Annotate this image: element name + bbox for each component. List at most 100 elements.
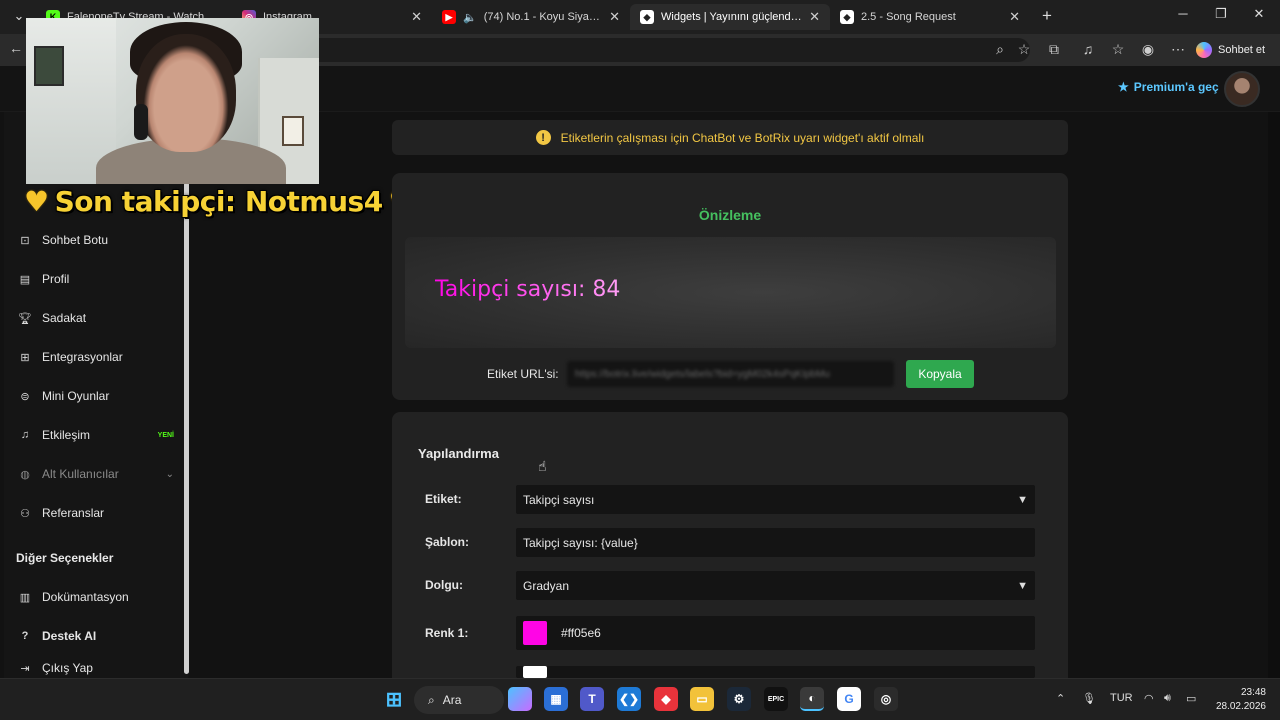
tab-title: 2.5 - Song Request xyxy=(861,11,956,23)
app-icon[interactable]: ◆ xyxy=(654,687,678,711)
microphone-icon[interactable]: 🎙︎ xyxy=(1082,692,1096,705)
restore-icon[interactable]: ❐ xyxy=(1206,6,1236,22)
follower-text: Son takipçi: Notmus4 xyxy=(54,185,384,218)
tab-song-request[interactable]: ◆ 2.5 - Song Request ✕ xyxy=(830,4,1030,30)
chrome-icon[interactable]: G xyxy=(837,687,861,711)
logout-icon: ⇥ xyxy=(20,662,30,675)
clock-time: 23:48 xyxy=(1240,687,1266,698)
epic-games-icon[interactable]: EPIC xyxy=(764,687,788,711)
warning-alert: ! Etiketlerin çalışması için ChatBot ve … xyxy=(392,120,1068,155)
chevron-down-icon: ▼ xyxy=(1017,579,1028,592)
windows-start-icon[interactable]: ⊞ xyxy=(382,687,406,711)
premium-button[interactable]: ★ Premium'a geç xyxy=(1118,80,1219,94)
taskbar-search[interactable]: ⌕ Ara xyxy=(414,686,504,714)
copilot-app-icon[interactable] xyxy=(508,687,532,711)
search-icon: ⌕ xyxy=(428,692,435,707)
mouse-cursor-icon: ☝︎ xyxy=(538,458,547,474)
chevron-down-icon: ⌄ xyxy=(165,468,174,480)
sidebar-item-sub-users[interactable]: ◍ Alt Kullanıcılar ⌄ xyxy=(8,460,180,488)
sidebar-item-mini-games[interactable]: ⊜ Mini Oyunlar xyxy=(8,382,180,410)
color2-input[interactable] xyxy=(516,666,1035,678)
clock[interactable]: 23:48 28.02.2026 xyxy=(1212,686,1266,714)
sidebar-scrollbar[interactable] xyxy=(184,182,189,674)
gamepad-icon: ⊜ xyxy=(20,390,30,403)
store-icon[interactable]: ▦ xyxy=(544,687,568,711)
sidebar-item-loyalty[interactable]: 🏆︎ Sadakat xyxy=(8,304,180,332)
sidebar-item-label: Entegrasyonlar xyxy=(42,350,123,364)
close-icon[interactable]: ✕ xyxy=(1009,9,1020,25)
language-indicator[interactable]: TUR xyxy=(1110,692,1133,704)
obs-icon[interactable]: ◎ xyxy=(874,687,898,711)
extensions-icon[interactable]: ⧉ xyxy=(1044,41,1064,58)
sidebar-item-label: Etkileşim xyxy=(42,428,91,442)
sidebar-item-label: Profil xyxy=(42,272,70,286)
config-title: Yapılandırma xyxy=(418,446,499,461)
fill-select-label: Dolgu: xyxy=(425,578,463,592)
color1-value: #ff05e6 xyxy=(561,626,601,640)
template-input-value: Takipçi sayısı: {value} xyxy=(523,535,638,550)
close-icon[interactable]: ✕ xyxy=(411,9,422,25)
referral-icon: ⚇ xyxy=(20,507,30,520)
steam-icon[interactable]: ⚙ xyxy=(727,687,751,711)
sidebar-item-integrations[interactable]: ⊞ Entegrasyonlar xyxy=(8,343,180,371)
music-icon: ♫ xyxy=(20,429,30,441)
color1-input[interactable]: #ff05e6 xyxy=(516,616,1035,650)
template-input[interactable]: Takipçi sayısı: {value} xyxy=(516,528,1035,557)
page-scrollbar-track[interactable] xyxy=(1268,112,1280,678)
vscode-icon[interactable]: ❮❯ xyxy=(617,687,641,711)
tab-youtube[interactable]: ▶ 🔈 (74) No.1 - Koyu Siyah Feat. D ✕ xyxy=(432,4,630,30)
avatar[interactable] xyxy=(1224,71,1260,107)
label-url-field[interactable]: https://botrix.live/widgets/labels?bid=y… xyxy=(567,361,894,387)
close-icon[interactable]: ✕ xyxy=(809,9,820,25)
address-bar[interactable] xyxy=(300,38,1030,62)
preview-title: Önizleme xyxy=(698,207,762,223)
sidebar-item-referrals[interactable]: ⚇ Referanslar xyxy=(8,499,180,527)
docs-icon: ▥ xyxy=(19,591,31,604)
battery-icon[interactable]: ▭ xyxy=(1186,692,1196,705)
color-swatch[interactable] xyxy=(523,621,547,645)
tab-widgets[interactable]: ◆ Widgets | Yayınını güçlendirmek için ✕ xyxy=(630,4,830,30)
profile-icon[interactable]: ◉ xyxy=(1138,41,1158,58)
close-icon[interactable]: ✕ xyxy=(609,9,620,25)
color1-label: Renk 1: xyxy=(425,626,469,640)
favorite-star-icon[interactable]: ☆ xyxy=(1014,41,1034,58)
color-swatch[interactable] xyxy=(523,666,547,678)
sidebar-item-support-ai[interactable]: ? Destek AI xyxy=(8,622,180,650)
folder-icon[interactable]: ▭ xyxy=(690,687,714,711)
volume-icon[interactable]: 🔊︎ xyxy=(1164,692,1171,705)
taskbar-search-label: Ara xyxy=(442,693,462,707)
back-arrow-icon[interactable]: ← xyxy=(6,40,26,56)
fill-select[interactable]: Gradyan ▼ xyxy=(516,571,1035,600)
sidebar-item-label: Destek AI xyxy=(42,629,97,643)
sidebar-item-chatbot[interactable]: ⊡ Sohbet Botu xyxy=(8,226,180,254)
alert-text: Etiketlerin çalışması için ChatBot ve Bo… xyxy=(560,130,925,145)
zoom-icon[interactable]: ⌕ xyxy=(990,41,1010,58)
close-window-icon[interactable]: ✕ xyxy=(1244,6,1274,22)
teams-icon[interactable]: T xyxy=(580,687,604,711)
copilot-icon xyxy=(1196,42,1212,58)
youtube-icon: ▶ xyxy=(442,10,456,24)
show-hidden-icon[interactable]: ⌃ xyxy=(1056,692,1065,705)
favorites-icon[interactable]: ☆ xyxy=(1108,41,1128,58)
sidebar-item-logout[interactable]: ⇥ Çıkış Yap xyxy=(8,661,180,678)
sidebar-item-docs[interactable]: ▥ Dokümantasyon xyxy=(8,583,180,611)
sidebar-item-label: Dokümantasyon xyxy=(42,590,129,604)
id-card-icon: ▤ xyxy=(19,273,31,286)
star-icon: ★ xyxy=(1118,80,1129,94)
media-icon[interactable]: ♫ xyxy=(1078,41,1098,57)
sidebar-item-profile[interactable]: ▤ Profil xyxy=(8,265,180,293)
sidebar-item-interaction[interactable]: ♫ Etkileşim YENİ xyxy=(8,421,180,449)
new-tab-icon[interactable]: + xyxy=(1032,6,1062,26)
wifi-icon[interactable]: ◠ xyxy=(1144,692,1154,705)
label-select-value: Takipçi sayısı xyxy=(523,492,595,507)
copilot-button[interactable]: Sohbet et xyxy=(1196,38,1265,62)
speaker-icon[interactable]: 🔈 xyxy=(463,11,477,24)
copy-button[interactable]: Kopyala xyxy=(906,360,974,388)
minimize-icon[interactable]: ─ xyxy=(1168,6,1198,21)
follower-overlay: ♥ Son takipçi: Notmus4 ♥ xyxy=(24,185,414,218)
sidebar-item-label: Alt Kullanıcılar xyxy=(42,467,119,481)
label-select[interactable]: Takipçi sayısı ▼ xyxy=(516,485,1035,514)
more-menu-icon[interactable]: ⋯ xyxy=(1168,41,1188,58)
sidebar-item-label: Referanslar xyxy=(42,506,105,520)
edge-icon[interactable]: ◐ xyxy=(800,687,824,711)
